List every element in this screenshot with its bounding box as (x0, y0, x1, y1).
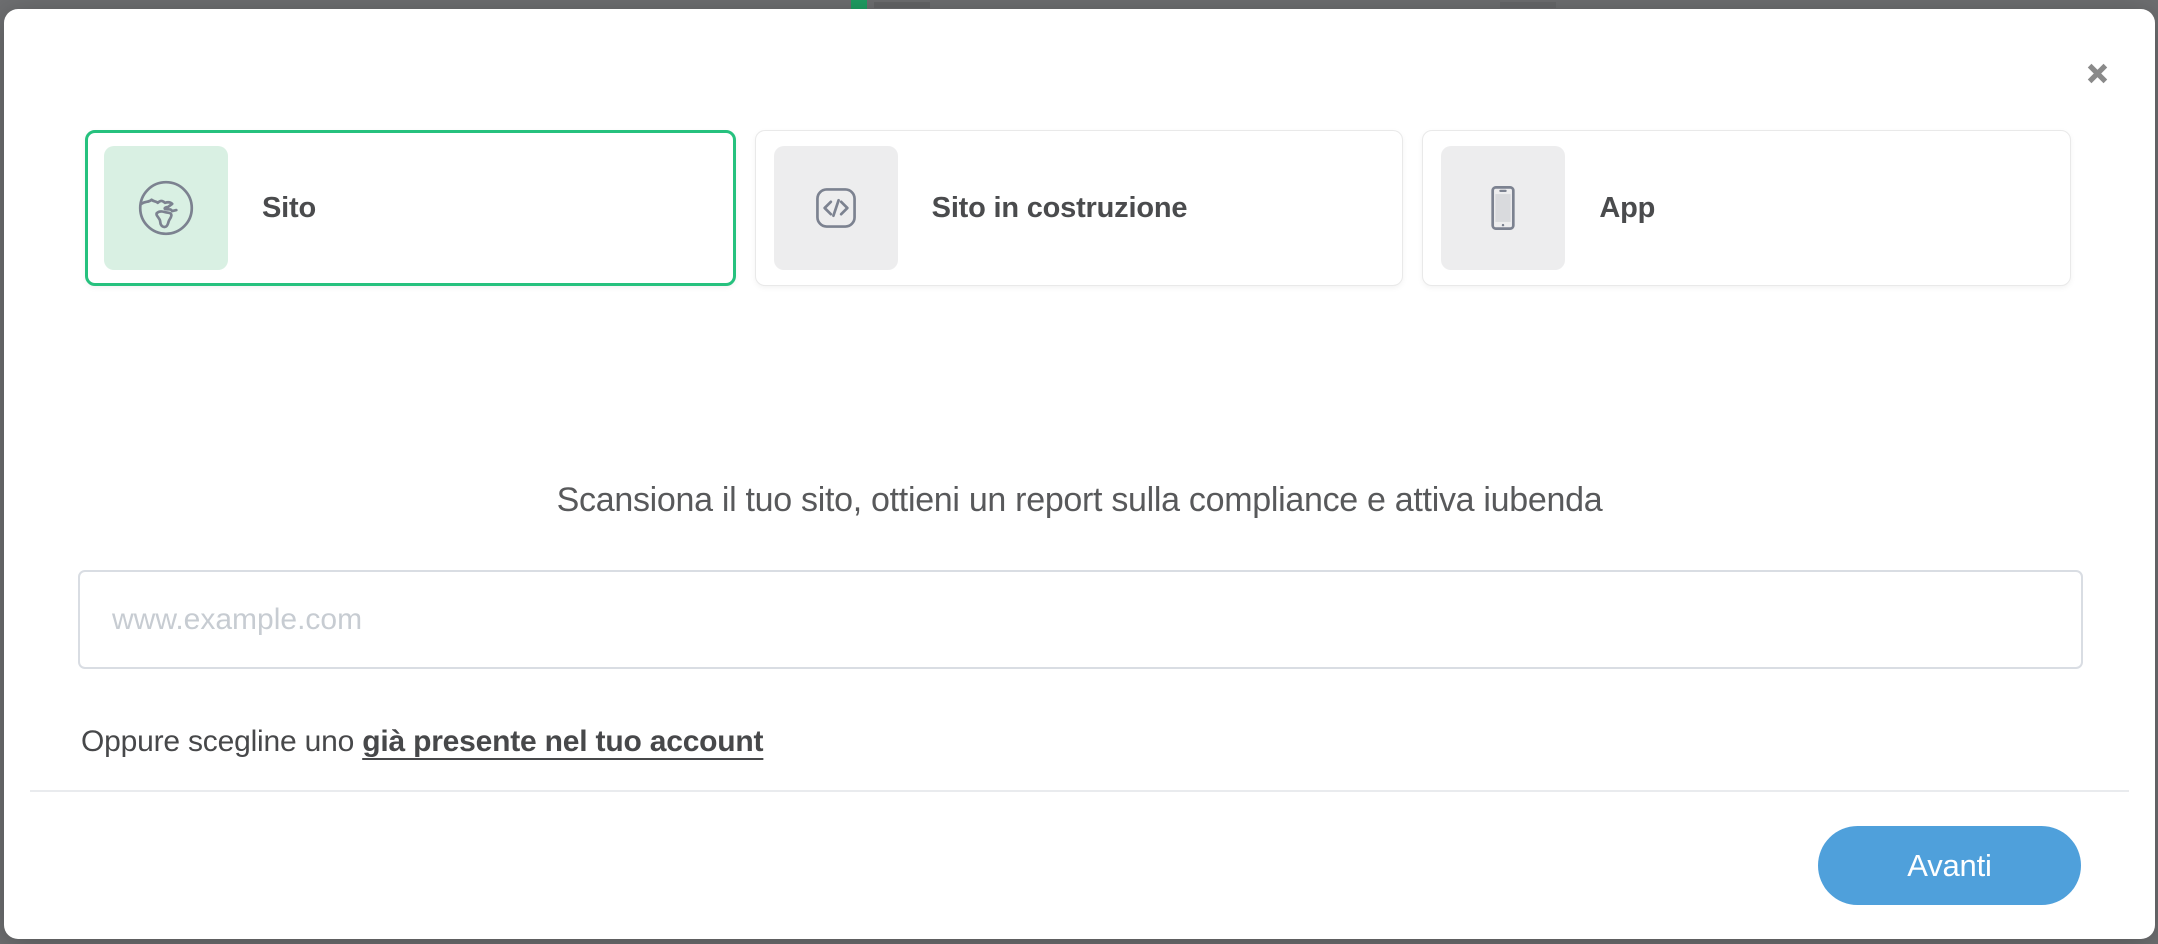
phone-icon (1441, 146, 1565, 270)
footer-divider (30, 790, 2129, 792)
globe-icon (104, 146, 228, 270)
background-text-mark (1500, 2, 1556, 8)
scan-heading: Scansiona il tuo sito, ottieni un report… (4, 481, 2155, 520)
close-icon (2084, 60, 2111, 87)
choose-existing-prefix: Oppure scegline uno (81, 725, 362, 758)
option-card-sito-in-costruzione[interactable]: Sito in costruzione (755, 130, 1404, 286)
option-label-sito: Sito (262, 192, 316, 225)
add-site-modal: Sito Sito in costruzione (4, 9, 2155, 939)
site-url-input[interactable] (78, 570, 2083, 669)
next-button[interactable]: Avanti (1818, 826, 2081, 905)
option-card-sito[interactable]: Sito (85, 130, 736, 286)
option-label-app: App (1599, 192, 1655, 225)
project-type-options: Sito Sito in costruzione (85, 130, 2071, 286)
option-label-sito-in-costruzione: Sito in costruzione (932, 192, 1188, 225)
choose-existing-line: Oppure scegline uno già presente nel tuo… (81, 725, 763, 759)
choose-existing-link[interactable]: già presente nel tuo account (362, 725, 763, 758)
code-icon (774, 146, 898, 270)
background-text-mark (874, 2, 930, 8)
option-card-app[interactable]: App (1422, 130, 2071, 286)
background-accent-mark (851, 0, 867, 9)
close-button[interactable] (2077, 53, 2117, 93)
